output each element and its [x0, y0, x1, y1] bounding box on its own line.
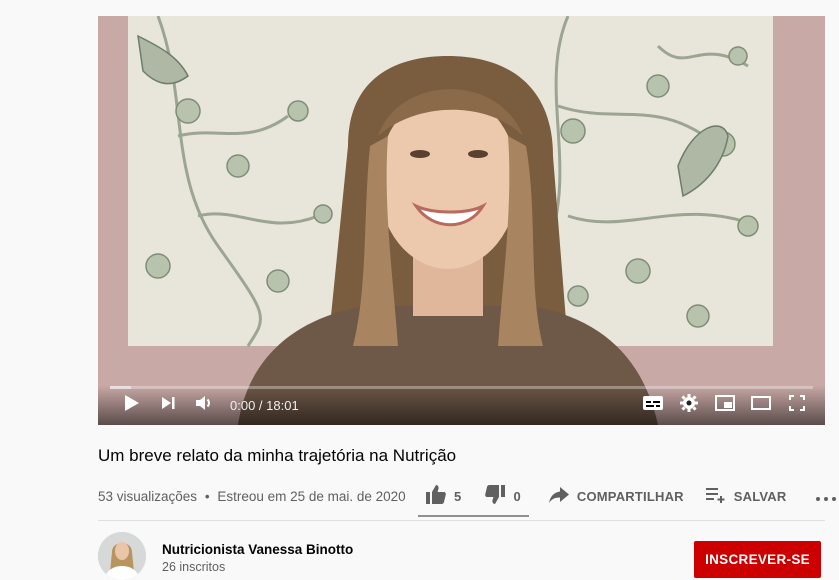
time-display: 0:00 / 18:01	[230, 397, 299, 413]
video-title: Um breve relato da minha trajetória na N…	[98, 446, 457, 465]
meta-separator: •	[204, 488, 210, 504]
video-frame[interactable]	[98, 16, 825, 425]
save-button[interactable]: SALVAR	[698, 478, 795, 514]
subscriber-count: 26 inscritos	[162, 560, 226, 574]
volume-icon	[195, 395, 213, 416]
channel-avatar[interactable]	[98, 532, 146, 580]
fullscreen-icon	[789, 394, 805, 416]
like-button[interactable]: 5	[418, 478, 469, 514]
premiere-date: Estreou em 25 de mai. de 2020	[217, 488, 406, 504]
share-label: COMPARTILHAR	[576, 488, 684, 504]
settings-button[interactable]	[671, 387, 707, 423]
volume-button[interactable]	[186, 387, 222, 423]
video-meta-row: 53 visualizações • Estreou em 25 de mai.…	[98, 478, 837, 517]
view-count: 53 visualizações	[98, 488, 198, 504]
more-icon	[816, 489, 839, 504]
subtitles-icon	[643, 395, 663, 415]
save-label: SALVAR	[733, 488, 787, 504]
share-icon	[548, 486, 577, 506]
divider	[98, 520, 825, 521]
miniplayer-button[interactable]	[707, 387, 743, 423]
theater-mode-icon	[751, 395, 771, 415]
video-actions: 5 0 COMPARTILHAR SALVAR	[418, 478, 839, 514]
fullscreen-button[interactable]	[779, 387, 815, 423]
subtitles-button[interactable]	[635, 387, 671, 423]
theater-mode-button[interactable]	[743, 387, 779, 423]
miniplayer-icon	[715, 394, 735, 416]
more-actions-button[interactable]	[808, 478, 839, 514]
next-button[interactable]	[150, 387, 186, 423]
play-button[interactable]	[114, 387, 150, 423]
view-info: 53 visualizações • Estreou em 25 de mai.…	[98, 489, 406, 504]
like-count: 5	[454, 488, 462, 504]
channel-name[interactable]: Nutricionista Vanessa Binotto	[162, 542, 353, 557]
subscribe-button[interactable]: INSCREVER-SE	[694, 541, 821, 578]
thumbs-down-icon	[485, 485, 513, 507]
player-controls: 0:00 / 18:01	[98, 385, 825, 425]
dislike-count: 0	[513, 488, 521, 504]
like-ratio-bar	[418, 515, 529, 517]
add-to-playlist-icon	[705, 487, 734, 506]
play-icon	[124, 394, 140, 417]
dislike-button[interactable]: 0	[477, 478, 528, 514]
settings-icon	[680, 393, 698, 417]
thumbs-up-icon	[426, 485, 454, 507]
like-ratio-fill	[418, 515, 529, 517]
share-button[interactable]: COMPARTILHAR	[541, 478, 692, 514]
next-icon	[161, 396, 175, 415]
video-player[interactable]: 0:00 / 18:01	[98, 16, 825, 425]
